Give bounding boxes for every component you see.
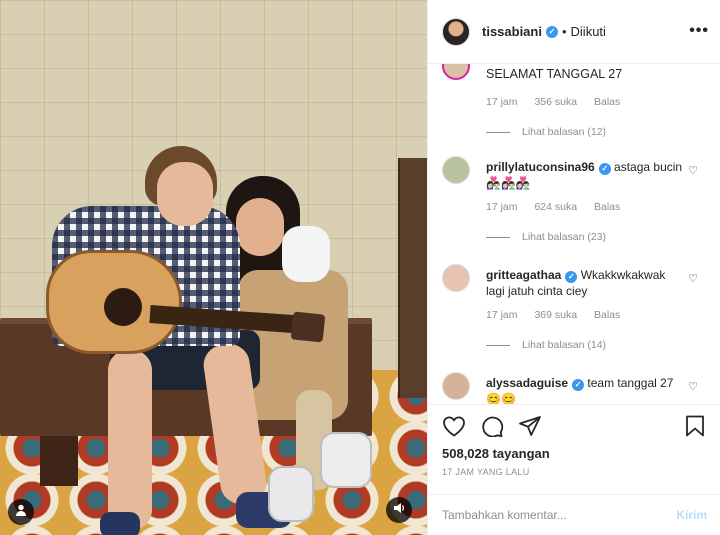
comment-time[interactable]: 17 jam	[486, 201, 518, 213]
view-replies-button[interactable]: Lihat balasan (23)	[486, 231, 606, 243]
comment-username[interactable]: gritteagathaa	[486, 268, 561, 282]
audio-toggle-button[interactable]	[386, 497, 412, 523]
bookmark-icon[interactable]	[685, 415, 705, 437]
comment-item: gritteagathaa ✓ Wkakkwkakwak lagi jatuh c…	[442, 264, 712, 354]
verified-badge-icon: ✓	[565, 271, 578, 283]
heart-icon[interactable]	[442, 415, 466, 437]
comment-avatar[interactable]	[442, 372, 470, 400]
view-replies-label: Lihat balasan (23)	[522, 231, 607, 243]
media-person-girl-face	[236, 198, 284, 256]
comment-likes[interactable]: 624 suka	[534, 201, 577, 213]
post-comment-button[interactable]: Kirim	[676, 508, 707, 522]
comment-username[interactable]: prillylatuconsina96	[486, 160, 595, 174]
comment-like-heart-icon[interactable]: ♡	[688, 164, 698, 177]
comment-time[interactable]: 17 jam	[486, 96, 518, 108]
post-header: tissabiani ✓ • Diikuti •••	[428, 0, 720, 64]
audio-icon	[392, 501, 406, 520]
comment-avatar[interactable]	[442, 264, 470, 292]
media-guitar-head	[290, 311, 326, 343]
media-guitar-hole	[104, 288, 142, 326]
share-icon[interactable]	[518, 415, 542, 437]
view-count[interactable]: 508,028 tayangan	[442, 446, 550, 461]
comment-time[interactable]: 17 jam	[486, 309, 518, 321]
more-options-icon[interactable]: •••	[689, 22, 709, 40]
comment-meta: 17 jam 356 suka Balas	[486, 96, 634, 108]
comment-avatar[interactable]	[442, 156, 470, 184]
comments-list[interactable]: SELAMAT TANGGAL 27 17 jam 356 suka Balas…	[428, 64, 720, 404]
replies-divider	[486, 131, 510, 133]
media-shoe	[100, 512, 140, 535]
comment-reply-button[interactable]: Balas	[594, 201, 620, 213]
verified-badge-icon: ✓	[545, 25, 558, 38]
comment-avatar[interactable]	[442, 64, 470, 80]
comment-item: SELAMAT TANGGAL 27 17 jam 356 suka Balas…	[442, 64, 712, 138]
media-window-shutter	[398, 158, 427, 398]
verified-badge-icon: ✓	[598, 163, 611, 175]
comment-item: prillylatuconsina96 ✓ astaga bucin 👩🏻‍❤️‍…	[442, 156, 712, 246]
post-media[interactable]	[0, 0, 427, 535]
comment-input[interactable]	[442, 508, 677, 522]
media-person-boy-leg	[108, 350, 152, 530]
view-replies-button[interactable]: Lihat balasan (14)	[486, 339, 606, 351]
follow-status-button[interactable]: Diikuti	[571, 24, 606, 39]
comment-icon[interactable]	[480, 415, 504, 437]
comment-likes[interactable]: 369 suka	[534, 309, 577, 321]
comment-like-heart-icon[interactable]: ♡	[688, 380, 698, 393]
media-bench-leg	[40, 436, 78, 486]
media-person-girl-top	[282, 226, 330, 282]
media-sneaker	[268, 466, 314, 522]
post-timestamp[interactable]: 17 JAM YANG LALU	[442, 467, 530, 477]
comment-item: alyssadaguise ✓ team tanggal 27 😊😊 ♡	[442, 372, 712, 404]
action-icons	[442, 415, 542, 437]
view-replies-label: Lihat balasan (12)	[522, 126, 607, 138]
comment-like-heart-icon[interactable]: ♡	[688, 64, 698, 65]
comment-meta: 17 jam 369 suka Balas	[486, 309, 634, 321]
media-sneaker	[320, 432, 372, 488]
post-details-panel: tissabiani ✓ • Diikuti ••• SELAMAT TANGG…	[427, 0, 720, 535]
separator-dot: •	[561, 24, 567, 39]
comment-likes[interactable]: 356 suka	[534, 96, 577, 108]
verified-badge-icon: ✓	[572, 379, 585, 391]
view-replies-label: Lihat balasan (14)	[522, 339, 607, 351]
comment-meta: 17 jam 624 suka Balas	[486, 201, 634, 213]
comment-body: prillylatuconsina96 ✓ astaga bucin 👩🏻‍❤️‍…	[486, 159, 686, 191]
replies-divider	[486, 344, 510, 346]
comment-like-heart-icon[interactable]: ♡	[688, 272, 698, 285]
comment-body: gritteagathaa ✓ Wkakkwkakwak lagi jatuh c…	[486, 267, 686, 299]
author-username[interactable]: tissabiani	[482, 24, 542, 39]
comment-body: alyssadaguise ✓ team tanggal 27 😊😊	[486, 375, 686, 404]
comment-reply-button[interactable]: Balas	[594, 96, 620, 108]
media-person-boy-face	[157, 162, 213, 226]
post-actions: 508,028 tayangan 17 JAM YANG LALU	[428, 404, 720, 494]
comment-reply-button[interactable]: Balas	[594, 309, 620, 321]
user-tag-icon	[14, 503, 28, 522]
replies-divider	[486, 236, 510, 238]
comment-text: SELAMAT TANGGAL 27	[486, 67, 623, 81]
view-replies-button[interactable]: Lihat balasan (12)	[486, 126, 606, 138]
comment-username[interactable]: alyssadaguise	[486, 376, 568, 390]
author-avatar[interactable]	[442, 17, 470, 46]
user-tag-button[interactable]	[8, 499, 34, 525]
add-comment-form: Kirim	[428, 494, 720, 535]
